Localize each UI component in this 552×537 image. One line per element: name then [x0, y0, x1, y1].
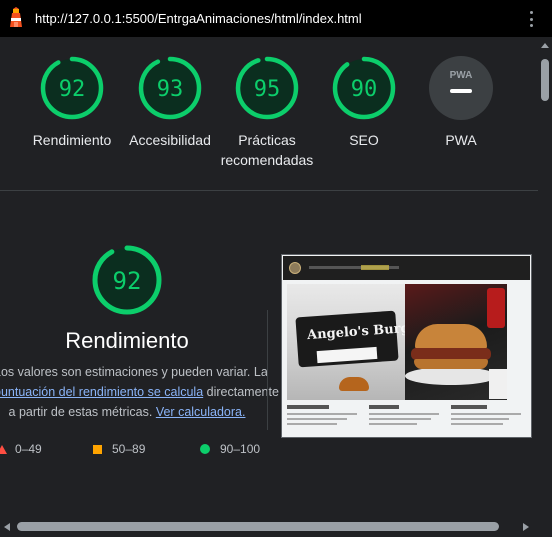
report-content: 92 Rendimiento 93 Accesibilidad 95 Práct… — [0, 37, 538, 519]
legend-pass: 90–100 — [200, 441, 260, 457]
score-gauge-icon: 90 — [332, 56, 396, 120]
calculator-link[interactable]: Ver calculadora. — [156, 405, 246, 419]
performance-description: Los valores son estimaciones y pueden va… — [0, 362, 279, 422]
thumb-navbar — [283, 256, 530, 280]
performance-score: 92 — [113, 267, 142, 295]
scroll-left-arrow-icon[interactable] — [4, 523, 10, 531]
square-icon — [93, 444, 102, 454]
gauge-label: PWA — [445, 132, 477, 148]
pwa-badge-icon: PWA — [429, 56, 493, 120]
gauge-label: Prácticas recomendadas — [220, 132, 314, 168]
triangle-icon — [0, 444, 7, 454]
legend-range: 0–49 — [15, 442, 42, 456]
section-divider — [0, 190, 538, 191]
horizontal-scrollbar[interactable] — [0, 519, 552, 537]
vertical-divider — [267, 310, 268, 430]
score-calc-link[interactable]: puntuación del rendimiento se calcula — [0, 385, 203, 399]
gauge-pwa[interactable]: PWA PWA — [411, 55, 511, 150]
address-url[interactable]: http://127.0.0.1:5500/EntrgaAnimaciones/… — [35, 11, 362, 26]
gauge-rendimiento[interactable]: 92 Rendimiento — [22, 55, 122, 150]
desc-text: Los valores son estimaciones y pueden va… — [0, 365, 268, 379]
gauge-accesibilidad[interactable]: 93 Accesibilidad — [120, 55, 220, 150]
lighthouse-icon — [10, 7, 22, 27]
desc-text: directamente — [206, 385, 279, 399]
gauge-score: 90 — [351, 77, 378, 102]
scroll-up-arrow-icon[interactable] — [541, 43, 549, 48]
desc-text: a partir de estas métricas. — [8, 405, 153, 419]
thumb-nav-active — [361, 265, 389, 270]
legend-average: 50–89 — [93, 441, 145, 457]
gauge-practicas-recomendadas[interactable]: 95 Prácticas recomendadas — [210, 55, 324, 170]
thumb-logo-icon — [289, 262, 301, 274]
score-gauge-icon: 93 — [138, 56, 202, 120]
gauge-score: 93 — [157, 77, 184, 102]
gauge-label: Rendimiento — [32, 132, 112, 148]
horizontal-scroll-thumb[interactable] — [17, 522, 499, 531]
performance-title: Rendimiento — [65, 328, 189, 353]
legend-fail: 0–49 — [0, 441, 42, 457]
category-gauges: 92 Rendimiento 93 Accesibilidad 95 Práct… — [0, 55, 538, 195]
scroll-right-arrow-icon[interactable] — [523, 523, 529, 531]
gauge-score: 92 — [59, 77, 86, 102]
score-gauge-icon: 95 — [235, 56, 299, 120]
page-screenshot-thumbnail[interactable]: Angelo's Burger — [281, 254, 532, 438]
score-gauge-icon: 92 — [40, 56, 104, 120]
legend-range: 90–100 — [220, 442, 261, 456]
gauge-seo[interactable]: 90 SEO — [314, 55, 414, 150]
vertical-scroll-thumb[interactable] — [541, 59, 549, 101]
gauge-label: SEO — [349, 132, 379, 148]
performance-gauge-icon: 92 — [92, 245, 162, 315]
circle-icon — [200, 444, 210, 454]
gauge-label: Accesibilidad — [129, 132, 211, 148]
vertical-scrollbar[interactable] — [538, 37, 552, 519]
gauge-score: 95 — [254, 77, 281, 102]
legend-range: 50–89 — [112, 442, 146, 456]
browser-topbar: http://127.0.0.1:5500/EntrgaAnimaciones/… — [0, 0, 552, 37]
thumb-hero-image: Angelo's Burger — [287, 284, 507, 400]
pwa-badge-text: PWA — [450, 70, 473, 81]
more-options-icon[interactable] — [530, 11, 534, 27]
thumb-columns — [287, 405, 527, 433]
